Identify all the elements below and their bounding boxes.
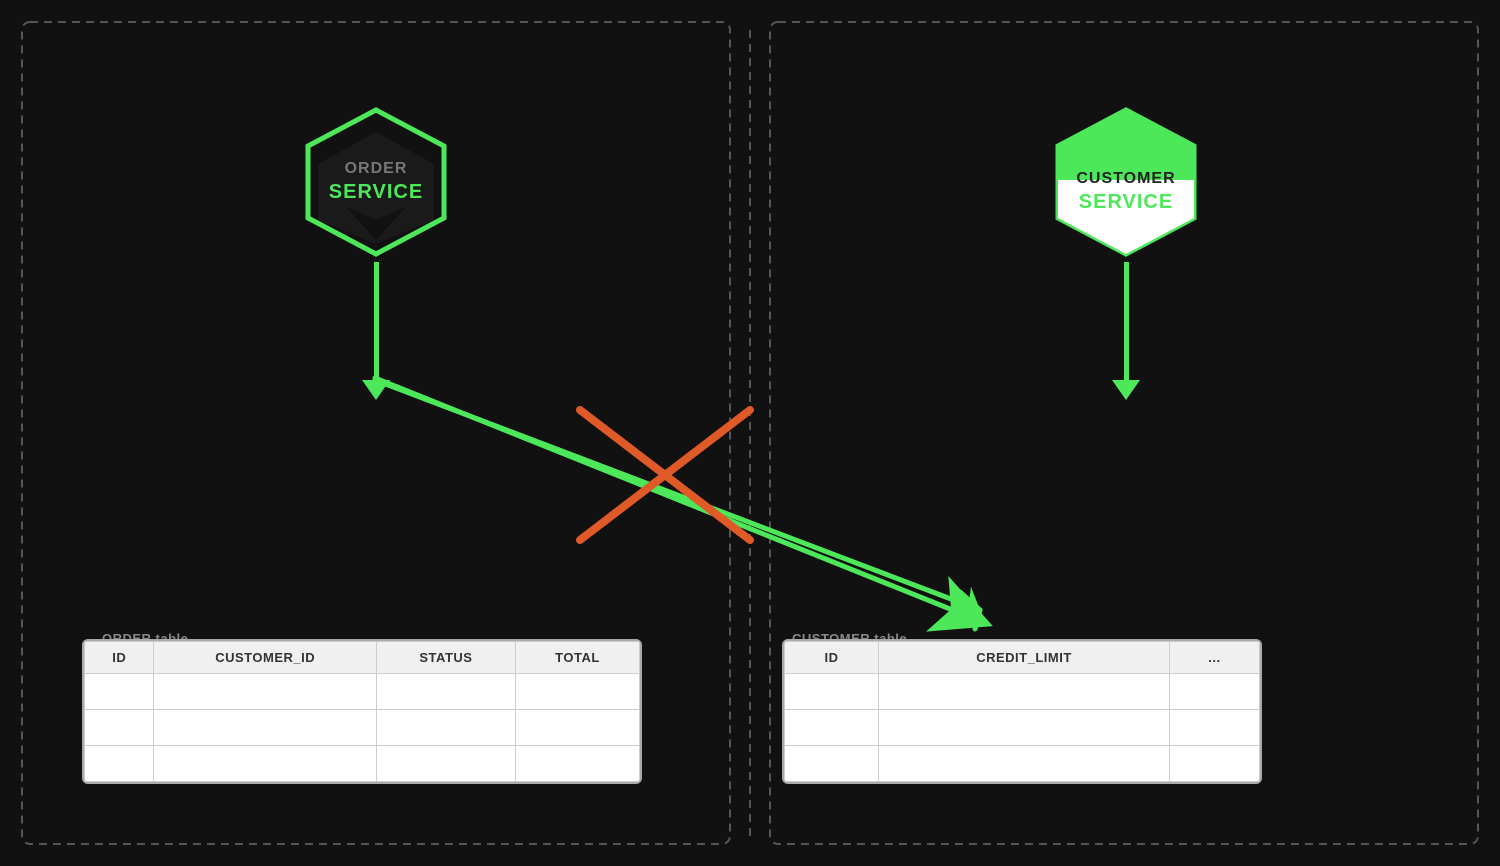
- col-total: TOTAL: [515, 642, 639, 674]
- customer-table: ID CREDIT_LIMIT ...: [782, 639, 1262, 784]
- diagram-canvas: ORDER SERVICE ORDER table ID CUSTOMER_ID…: [20, 20, 1480, 846]
- col-status: STATUS: [376, 642, 515, 674]
- order-table: ID CUSTOMER_ID STATUS TOTAL: [82, 639, 642, 784]
- order-hex-shape: ORDER SERVICE: [296, 102, 456, 262]
- order-service-label: ORDER SERVICE: [329, 159, 423, 206]
- col-customer-id: CUSTOMER_ID: [154, 642, 376, 674]
- col-credit-limit: CREDIT_LIMIT: [879, 642, 1170, 674]
- table-row: [785, 674, 1260, 710]
- col-more: ...: [1169, 642, 1259, 674]
- table-row: [85, 674, 640, 710]
- customer-hex-shape: CUSTOMER SERVICE: [1046, 102, 1206, 262]
- table-row: [85, 710, 640, 746]
- order-service-hex: ORDER SERVICE: [296, 102, 456, 382]
- table-row: [85, 746, 640, 782]
- customer-service-label: CUSTOMER SERVICE: [1076, 169, 1175, 216]
- table-row: [785, 746, 1260, 782]
- customer-service-hex: CUSTOMER SERVICE: [1046, 102, 1206, 382]
- table-row: [785, 710, 1260, 746]
- col-id: ID: [85, 642, 154, 674]
- col-id: ID: [785, 642, 879, 674]
